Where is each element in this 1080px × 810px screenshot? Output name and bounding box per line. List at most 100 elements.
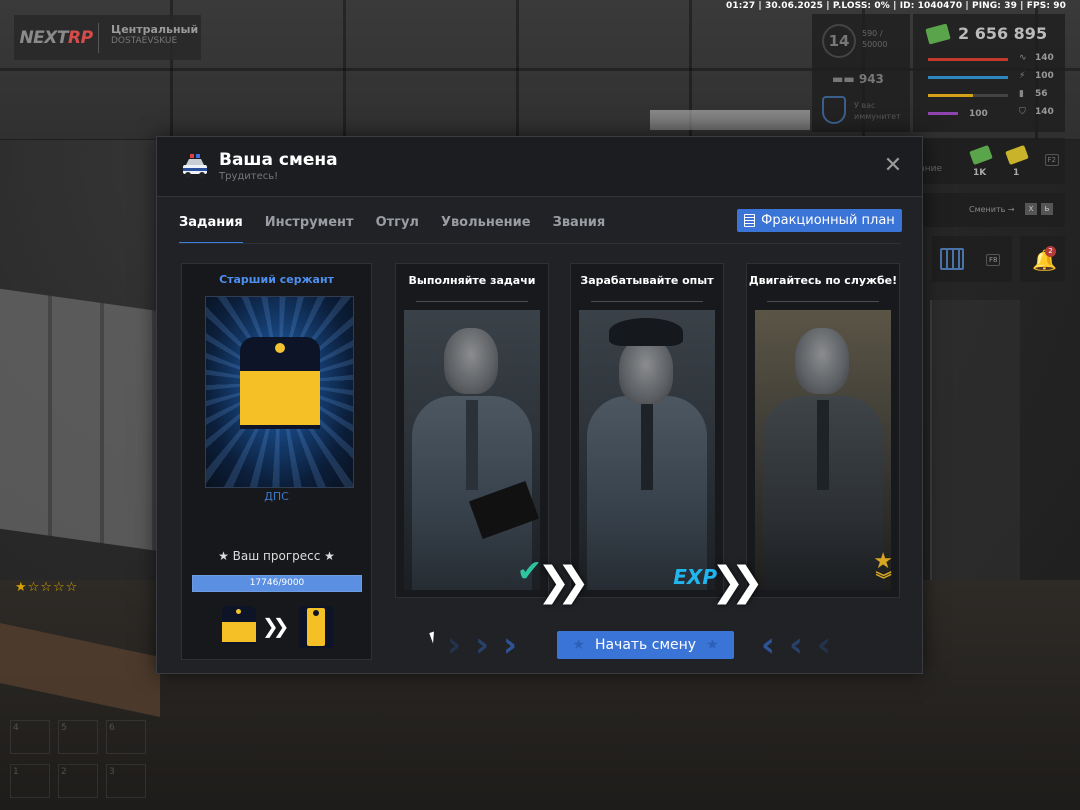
stat-value: 140 xyxy=(1035,53,1054,63)
step-card-promotion: Двигайтесь по службе! ★ ︾ xyxy=(746,263,900,598)
rank-star: ★ xyxy=(873,549,893,574)
armor-left-value: 100 xyxy=(969,109,988,119)
background-lockers xyxy=(0,288,160,552)
tab-tasks[interactable]: Задания xyxy=(179,207,243,244)
chevron-right-icon: › xyxy=(503,625,518,665)
wanted-stars: ★☆☆☆☆ xyxy=(15,580,79,595)
stat-value: 140 xyxy=(1035,107,1054,117)
step-divider xyxy=(767,301,879,302)
reputation-value: 943 xyxy=(858,72,884,86)
chevron-stack: ︾ xyxy=(875,570,892,589)
officer-tablet-image xyxy=(404,310,540,590)
stat-bar xyxy=(928,58,1008,61)
calendar-button[interactable]: F8 xyxy=(932,236,1012,282)
server-logo-box: NEXT RP Центральный DOSTAEVSKUE xyxy=(14,15,201,60)
cash-icon xyxy=(969,145,993,165)
key-b: Ь xyxy=(1041,203,1053,215)
rank-chevron-icon: ★ ︾ xyxy=(873,549,893,589)
rank-card: Старший сержант ДПС ★ Ваш прогресс ★ 177… xyxy=(181,263,372,660)
hud-stats-panel: 2 656 895 ∿ 140 ⚡ 100 ▮ 56 ⛉ 140 100 xyxy=(913,14,1065,132)
shoulder-strap-icon xyxy=(240,337,320,429)
star-icon: ★ xyxy=(572,637,585,653)
figure-head xyxy=(619,338,673,404)
figure-head xyxy=(444,328,498,394)
stat-bar-fill xyxy=(928,112,958,115)
server-sub: DOSTAEVSKUE xyxy=(111,35,178,46)
stamina-icon: ▮ xyxy=(1019,89,1024,99)
star-icon: ★ xyxy=(706,637,719,653)
f2-key: F2 xyxy=(1044,154,1059,166)
start-shift-label: Начать смену xyxy=(594,637,697,653)
exp-current: 590 / xyxy=(862,29,883,38)
tab-time-off[interactable]: Отгул xyxy=(376,207,419,244)
notifications-button[interactable]: 🔔 2 xyxy=(1020,236,1065,282)
coin-icon xyxy=(1005,145,1029,165)
modal-tabs: Задания Инструмент Отгул Увольнение Зван… xyxy=(179,207,627,245)
hud-player-panel: 14 590 / 50000 ▬▬ 943 У вас иммунитет xyxy=(812,14,910,132)
step-card-tasks: Выполняйте задачи ✔ xyxy=(395,263,549,598)
rank-progress-bar: 17746/9000 xyxy=(192,575,362,592)
faction-plan-label: Фракционный план xyxy=(761,213,895,228)
stat-value: 56 xyxy=(1035,89,1048,99)
logo-rp: RP xyxy=(67,27,93,48)
exp-text: 590 / 50000 xyxy=(862,28,887,50)
modal-header: Ваша смена Трудитесь! ✕ xyxy=(157,137,922,197)
status-line: 01:27 | 30.06.2025 | P.LOSS: 0% | ID: 10… xyxy=(726,1,1066,11)
coin-value: 1 xyxy=(1013,168,1020,178)
key-x: X xyxy=(1025,203,1037,215)
tab-tools[interactable]: Инструмент xyxy=(265,207,354,244)
police-car-icon xyxy=(183,154,207,178)
officer-uniform-image xyxy=(755,310,891,590)
next-rank-strap-icon xyxy=(299,606,333,648)
hud-job-panel: дание 1K 1 F2 xyxy=(913,138,1065,184)
chevron-right-icon: ❯❯ xyxy=(711,559,764,605)
step-title: Выполняйте задачи xyxy=(408,274,536,287)
stat-bar xyxy=(928,112,958,115)
step-card-exp: Зарабатывайте опыт EXP xyxy=(570,263,724,598)
close-icon[interactable]: ✕ xyxy=(882,155,904,177)
chevron-right-icon: › xyxy=(447,625,462,665)
figure-tie xyxy=(817,400,829,490)
chevron-left-icon: ‹ xyxy=(789,625,804,665)
armor-icon: ⛉ xyxy=(1019,107,1026,117)
money-icon xyxy=(925,23,951,45)
heart-rate-icon: ∿ xyxy=(1019,53,1027,63)
chevron-right-icon: › xyxy=(475,625,490,665)
faction-plan-button[interactable]: Фракционный план xyxy=(737,209,902,232)
money-value: 2 656 895 xyxy=(958,24,1048,43)
figure-tie xyxy=(466,400,478,490)
inventory-slots: 456 123 xyxy=(10,720,150,800)
strap-body xyxy=(240,371,320,429)
logo-next: NEXT xyxy=(19,27,68,48)
double-chevron-icon: ❯❯ xyxy=(262,614,289,638)
ms-body xyxy=(222,622,256,644)
server-name: Центральный xyxy=(111,22,199,36)
ms2-dot xyxy=(313,610,319,616)
change-label: Сменить → xyxy=(969,205,1015,214)
hud-change-panel: Сменить → X Ь xyxy=(913,193,1065,227)
mustache-icon: ▬▬ xyxy=(832,72,859,86)
chevron-right-icon: ❯❯ xyxy=(537,559,590,605)
tabs-divider xyxy=(179,243,901,244)
tab-resignation[interactable]: Увольнение xyxy=(441,207,531,244)
progress-text: 17746/9000 xyxy=(249,578,305,588)
start-shift-button[interactable]: ★ Начать смену ★ xyxy=(557,631,734,659)
ms-top xyxy=(222,606,256,622)
step-divider xyxy=(416,301,528,302)
figure-cap xyxy=(609,318,683,346)
strap-top xyxy=(240,337,320,371)
nextrp-logo: NEXT RP xyxy=(14,15,98,60)
stat-bar xyxy=(928,94,1008,97)
stat-bar-fill xyxy=(928,76,1008,79)
tab-ranks[interactable]: Звания xyxy=(553,207,606,244)
step-title: Двигайтесь по службе! xyxy=(748,274,898,287)
calendar-icon xyxy=(940,248,964,270)
immunity-line1: У вас xyxy=(854,101,876,110)
immunity-line2: иммунитет xyxy=(854,112,901,121)
server-info: Центральный DOSTAEVSKUE xyxy=(98,22,199,53)
officer-cap-image xyxy=(579,310,715,590)
background-ceiling-light xyxy=(650,110,810,130)
progress-label: ★ Ваш прогресс ★ xyxy=(218,549,335,563)
stat-bar-fill xyxy=(928,58,1008,61)
chevron-left-icon: ‹ xyxy=(761,625,776,665)
